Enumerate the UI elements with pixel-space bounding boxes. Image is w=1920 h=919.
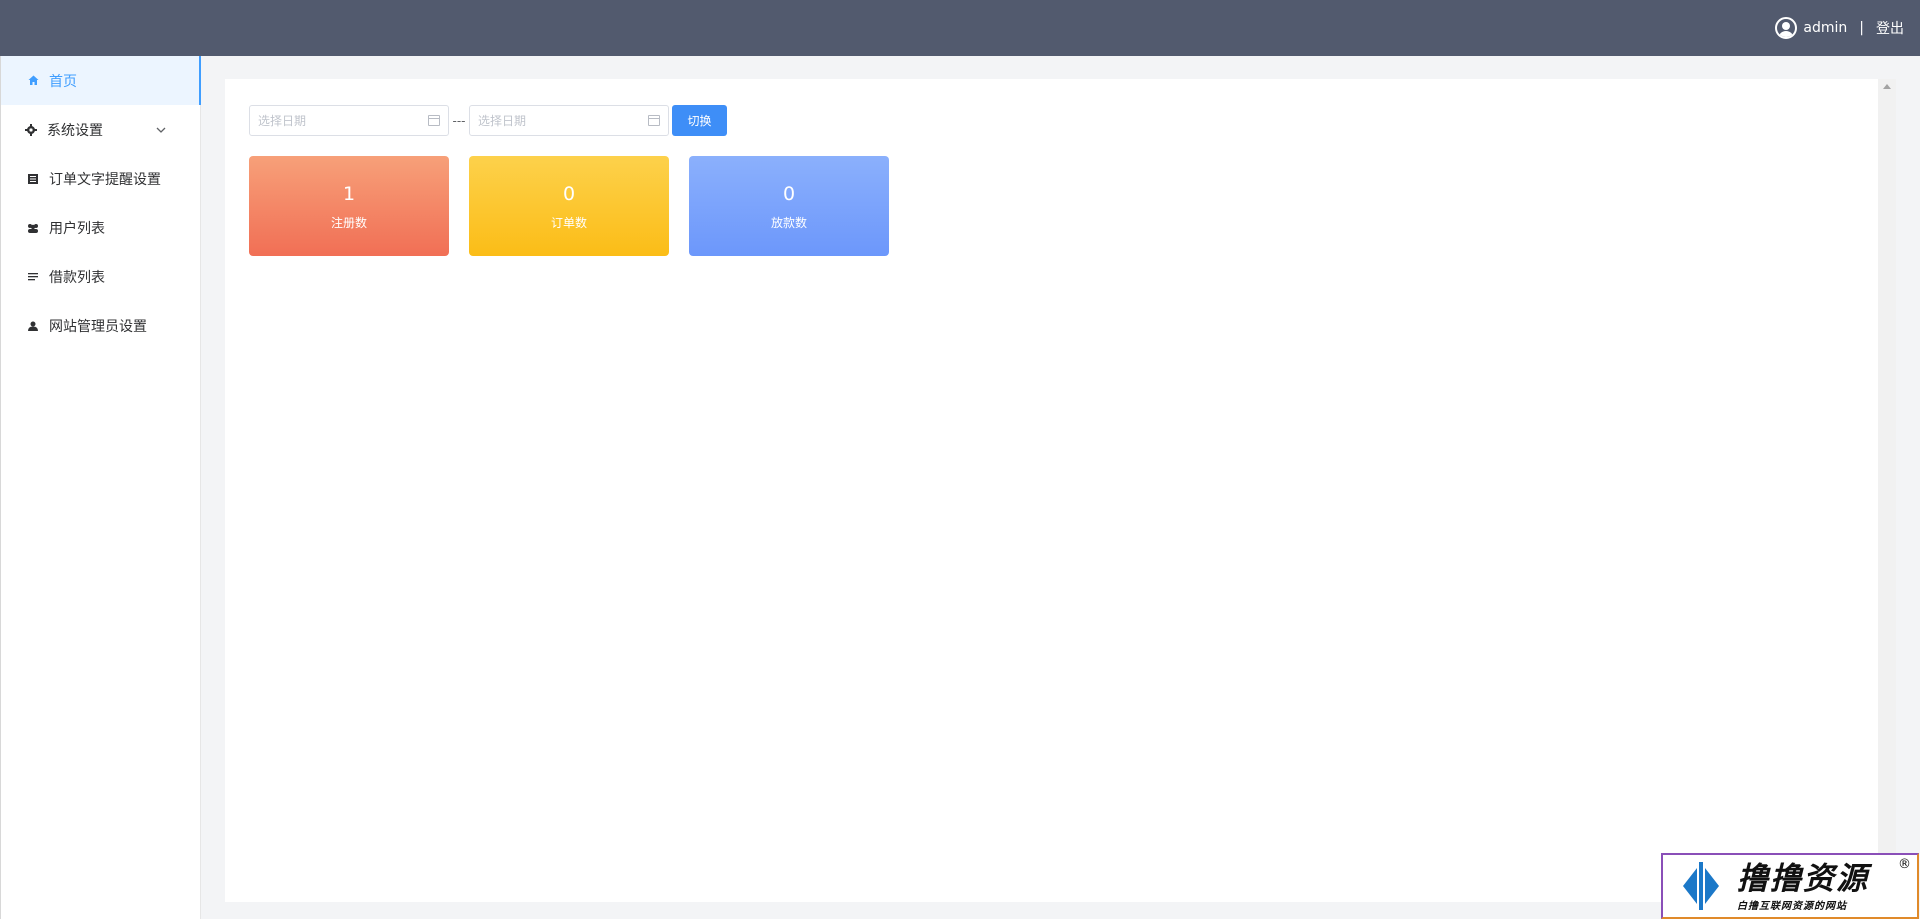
user-icon — [27, 320, 39, 332]
stat-value: 0 — [782, 182, 796, 205]
sidebar-item-label: 系统设置 — [47, 122, 103, 139]
sidebar-item-label: 首页 — [49, 73, 77, 90]
document-icon — [27, 173, 39, 185]
users-icon — [27, 222, 39, 234]
watermark-text: 撸撸资源 白撸互联网资源的网站 — [1737, 861, 1869, 912]
header-separator: | — [1859, 20, 1864, 36]
stat-card-registrations: 1 注册数 — [249, 156, 449, 256]
stat-value: 1 — [342, 182, 356, 205]
sidebar-item-loan-list[interactable]: 借款列表 — [1, 252, 200, 301]
stat-card-orders: 0 订单数 — [469, 156, 669, 256]
start-date-picker[interactable]: 选择日期 — [249, 105, 449, 136]
sidebar-item-home[interactable]: 首页 — [1, 56, 201, 105]
stat-value: 0 — [562, 182, 576, 205]
logout-link[interactable]: 登出 — [1876, 18, 1904, 38]
end-date-picker[interactable]: 选择日期 — [469, 105, 669, 136]
sidebar-menu: 首页 系统设置 订单文字提醒设置 用户列表 借款列表 网站管理员设置 — [0, 56, 201, 919]
chevron-down-icon[interactable] — [156, 122, 166, 136]
watermark-title: 撸撸资源 — [1737, 860, 1869, 897]
date-range-dash: --- — [452, 113, 466, 128]
home-icon — [27, 75, 39, 87]
registered-mark: ® — [1898, 857, 1911, 872]
watermark-subtitle: 白撸互联网资源的网站 — [1737, 900, 1847, 912]
sidebar-item-label: 用户列表 — [49, 220, 105, 237]
switch-button[interactable]: 切换 — [672, 105, 727, 136]
stat-label: 放款数 — [770, 215, 807, 230]
watermark-logo: 撸撸资源 白撸互联网资源的网站 ® — [1661, 853, 1919, 919]
user-avatar-icon[interactable] — [1775, 17, 1798, 39]
sidebar-item-user-list[interactable]: 用户列表 — [1, 203, 200, 252]
stat-label: 注册数 — [330, 215, 367, 230]
sidebar-item-label: 网站管理员设置 — [49, 318, 147, 335]
vertical-scrollbar[interactable] — [1878, 79, 1896, 902]
gear-icon — [25, 123, 37, 136]
end-date-placeholder: 选择日期 — [478, 114, 527, 128]
stat-label: 订单数 — [550, 215, 587, 230]
sidebar-item-site-admin-settings[interactable]: 网站管理员设置 — [1, 301, 200, 350]
list-icon — [27, 271, 39, 283]
sidebar-item-label: 借款列表 — [49, 269, 105, 286]
start-date-placeholder: 选择日期 — [258, 114, 307, 128]
scroll-up-arrow-icon[interactable] — [1883, 84, 1891, 89]
sidebar-item-order-text-reminder[interactable]: 订单文字提醒设置 — [1, 154, 200, 203]
calendar-icon[interactable] — [428, 115, 440, 126]
stat-card-loans: 0 放款数 — [689, 156, 889, 256]
date-range-filter: 选择日期 --- 选择日期 切换 — [249, 105, 727, 136]
sidebar-item-label: 订单文字提醒设置 — [49, 171, 161, 188]
top-header: admin | 登出 — [0, 0, 1920, 56]
watermark-emblem-icon — [1673, 858, 1729, 914]
stats-cards: 1 注册数 0 订单数 0 放款数 — [249, 156, 909, 256]
username[interactable]: admin — [1803, 20, 1847, 36]
calendar-icon[interactable] — [648, 115, 660, 126]
sidebar-item-system-settings[interactable]: 系统设置 — [1, 105, 200, 154]
